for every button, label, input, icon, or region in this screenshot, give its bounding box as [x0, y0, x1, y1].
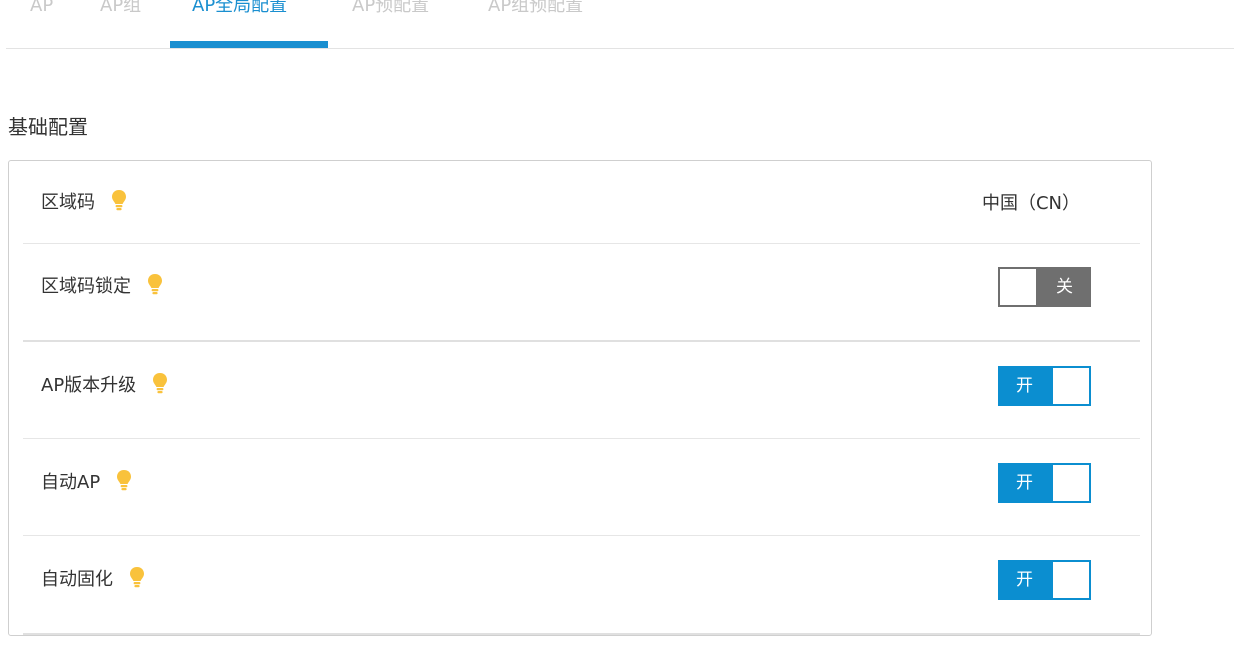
basic-config-panel: 区域码 中国（CN） 区域码锁定 关 AP版本升级 开 自动AP 开 自动固化 … — [8, 160, 1152, 636]
toggle-state-label: 开 — [1016, 376, 1033, 396]
tab-bar: AP AP组 AP全局配置 AP预配置 AP组预配置 — [6, 0, 1234, 49]
active-tab-indicator — [170, 41, 328, 48]
toggle-state-label: 开 — [1016, 570, 1033, 590]
tab-ap-group[interactable]: AP组 — [100, 0, 141, 24]
auto-solidify-label: 自动固化 — [41, 565, 145, 591]
ap-version-upgrade-toggle[interactable]: 开 — [998, 366, 1091, 406]
toggle-knob — [1000, 269, 1036, 305]
tab-ap-group-preconfig[interactable]: AP组预配置 — [488, 0, 583, 24]
toggle-knob — [1053, 562, 1089, 598]
ap-version-upgrade-label: AP版本升级 — [41, 371, 168, 397]
lightbulb-icon[interactable] — [129, 566, 145, 590]
toggle-knob — [1053, 465, 1089, 501]
row-region-code: 区域码 中国（CN） — [23, 161, 1140, 244]
lightbulb-icon[interactable] — [147, 273, 163, 297]
row-region-code-lock: 区域码锁定 关 — [23, 243, 1140, 342]
tab-ap[interactable]: AP — [30, 0, 53, 24]
section-title: 基础配置 — [8, 115, 88, 139]
toggle-knob — [1053, 368, 1089, 404]
row-auto-ap: 自动AP 开 — [23, 439, 1140, 536]
lightbulb-icon[interactable] — [152, 372, 168, 396]
row-ap-version-upgrade: AP版本升级 开 — [23, 342, 1140, 439]
toggle-state-label: 开 — [1016, 473, 1033, 493]
lightbulb-icon[interactable] — [116, 469, 132, 493]
region-code-lock-toggle[interactable]: 关 — [998, 267, 1091, 307]
region-code-lock-label: 区域码锁定 — [41, 272, 163, 298]
tab-ap-preconfig[interactable]: AP预配置 — [352, 0, 429, 24]
tab-ap-global-config[interactable]: AP全局配置 — [192, 0, 287, 24]
region-code-value: 中国（CN） — [981, 193, 1080, 214]
lightbulb-icon[interactable] — [111, 189, 127, 213]
toggle-state-label: 关 — [1056, 277, 1073, 297]
auto-ap-label: 自动AP — [41, 468, 132, 494]
region-code-label: 区域码 — [41, 188, 127, 214]
auto-solidify-toggle[interactable]: 开 — [998, 560, 1091, 600]
auto-ap-toggle[interactable]: 开 — [998, 463, 1091, 503]
row-auto-solidify: 自动固化 开 — [23, 536, 1140, 635]
